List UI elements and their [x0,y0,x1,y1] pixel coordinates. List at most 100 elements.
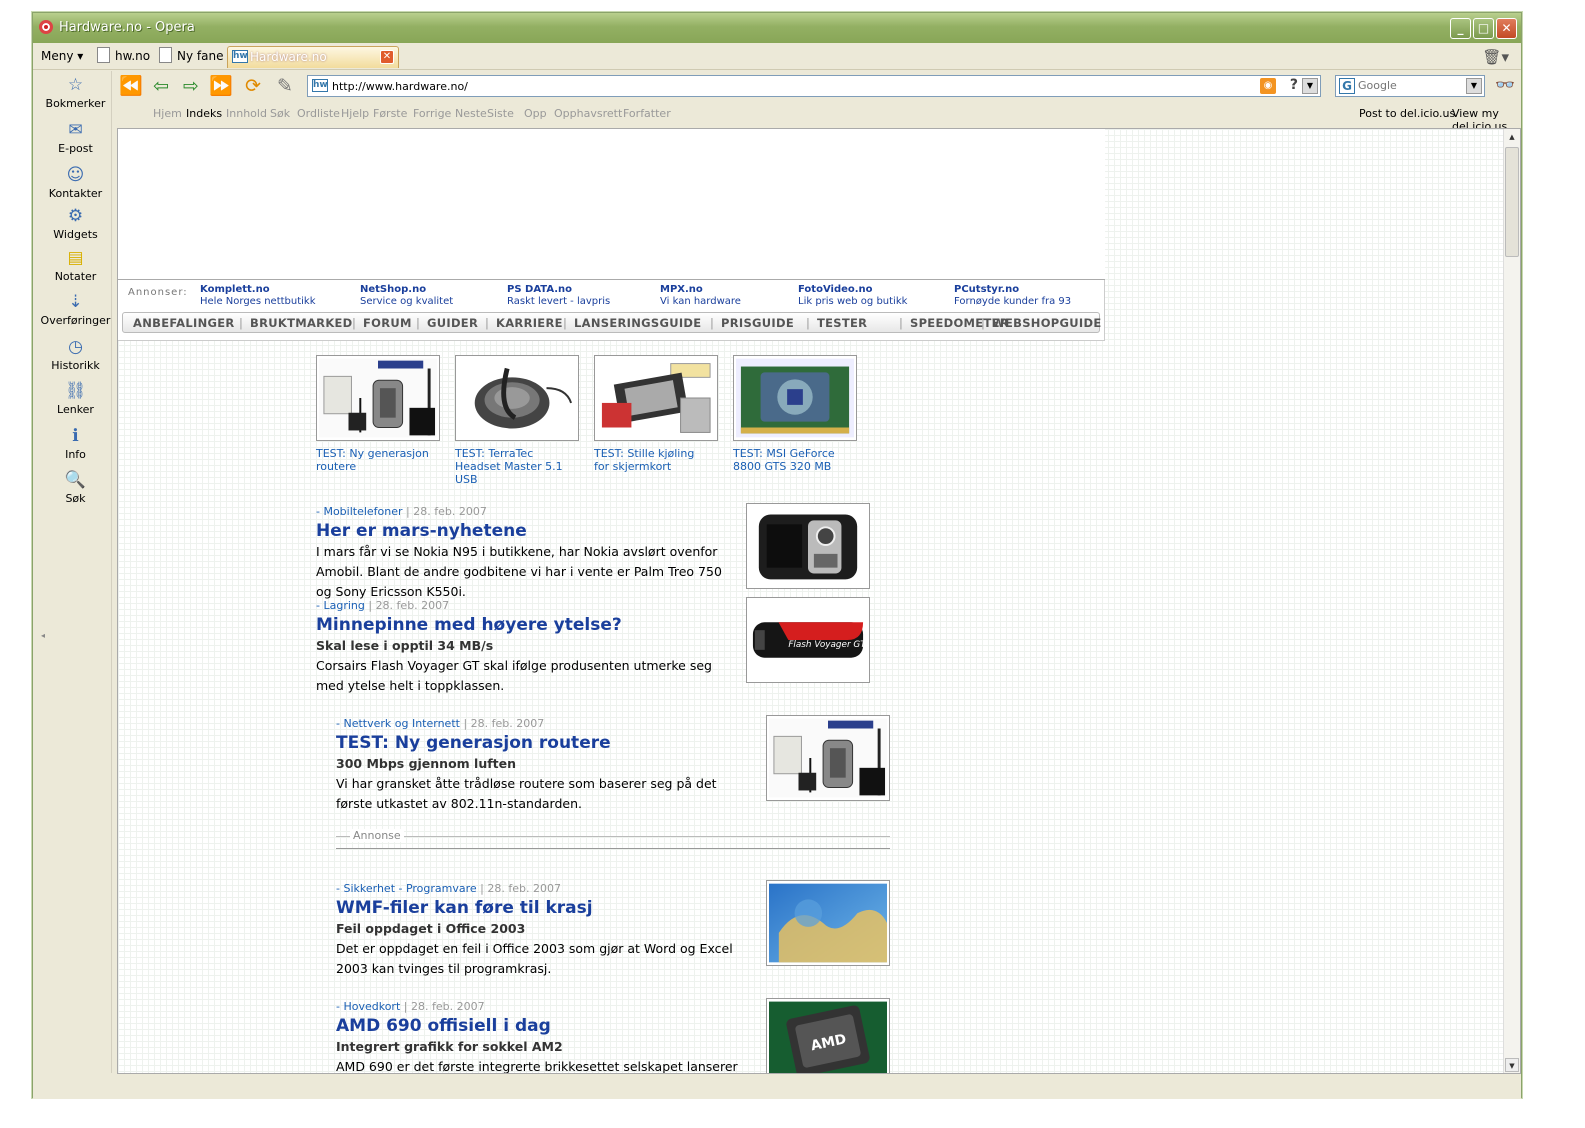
close-window-button[interactable]: ✕ [1496,18,1517,39]
minimize-button[interactable]: _ [1450,18,1471,39]
forward-icon[interactable]: ⇨ [179,74,203,98]
featured-thumbnail[interactable] [455,355,579,441]
collapse-panel-icon[interactable]: ◂ [41,631,45,640]
featured-caption[interactable]: TEST: Stille kjøling for skjermkort [594,447,724,473]
article-image[interactable] [766,715,890,801]
address-bar[interactable]: hw ◉ ? ▼ [307,75,1321,97]
history-icon: ◷ [68,337,83,357]
ad-link[interactable]: NetShop.no Service og kvalitet [360,284,453,308]
title-bar[interactable]: Hardware.no - Opera _ □ ✕ [33,13,1521,43]
search-box[interactable]: G ▼ [1335,75,1485,97]
ad-link[interactable]: FotoVideo.no Lik pris web og butikk [798,284,907,308]
article-title[interactable]: WMF-filer kan føre til krasj [336,897,756,919]
search-engine-dropdown-icon[interactable]: ▼ [1466,78,1482,94]
menu-item-guider[interactable]: GUIDER [427,316,478,330]
caption-line: 8800 GTS 320 MB [733,460,832,473]
menu-item-lanseringsguide[interactable]: LANSERINGSGUIDE [574,316,701,330]
address-input[interactable] [332,78,1252,94]
sidebar-item-lenker[interactable]: ⛓ Lenker [39,381,112,416]
featured-thumbnail[interactable] [594,355,718,441]
tab-hardware-no[interactable]: hw Hardware.no ✕ [227,46,399,68]
featured-thumbnail[interactable] [733,355,857,441]
article-title[interactable]: Minnepinne med høyere ytelse? [316,614,736,636]
sidebar-item-epost[interactable]: ✉ E-post [39,120,112,155]
navlink-5[interactable]: Hjelp [341,107,369,120]
back-icon[interactable]: ⇦ [149,74,173,98]
article-title[interactable]: AMD 690 offisiell i dag [336,1015,756,1037]
article-image[interactable]: Flash Voyager GT [746,597,870,683]
navlink-12[interactable]: Forfatter [623,107,671,120]
article-image[interactable] [766,880,890,966]
menu-item-forum[interactable]: FORUM [363,316,412,330]
featured-thumbnail[interactable] [316,355,440,441]
menu-item-prisguide[interactable]: PRISGUIDE [721,316,794,330]
featured-caption[interactable]: TEST: MSI GeForce 8800 GTS 320 MB [733,447,863,473]
article-category-link[interactable]: - Lagring [316,599,365,612]
article-category-link[interactable]: - Nettverk og Internett [336,717,460,730]
rewind-icon[interactable]: ⏪ [119,74,143,98]
menu-separator: | [981,316,986,330]
tab-bar: Meny ▾ hw.no Ny fane hw Hardware.no ✕ 🗑▾ [33,43,1521,70]
navlink-4[interactable]: Ordliste [297,107,340,120]
ad-link[interactable]: Komplett.no Hele Norges nettbutikk [200,284,316,308]
article-category-link[interactable]: - Sikkerhet - Programvare [336,882,477,895]
menu-item-anbefalinger[interactable]: ANBEFALINGER [133,316,235,330]
article-image[interactable] [746,503,870,589]
maximize-button[interactable]: □ [1473,18,1494,39]
sidebar-item-historikk[interactable]: ◷ Historikk [39,337,112,372]
article-title[interactable]: TEST: Ny generasjon routere [336,732,756,754]
ad-link[interactable]: PCutstyr.no Fornøyde kunder fra 93 [954,284,1071,308]
article-subtitle: Feil oppdaget i Office 2003 [336,921,526,936]
sidebar-item-bokmerker[interactable]: ☆ Bokmerker [39,75,112,110]
address-dropdown-icon[interactable]: ▼ [1302,78,1318,94]
featured-caption[interactable]: TEST: TerraTec Headset Master 5.1 USB [455,447,585,486]
vertical-scrollbar[interactable]: ▲ ▼ [1503,129,1520,1073]
scroll-down-icon[interactable]: ▼ [1505,1058,1519,1072]
navlink-1[interactable]: Indeks [186,107,222,120]
navlink-2[interactable]: Innhold [226,107,267,120]
navlink-11[interactable]: Opphavsrett [554,107,622,120]
post-to-delicious-link[interactable]: Post to del.icio.us [1359,107,1455,120]
zoom-glasses-icon[interactable]: 👓 [1495,75,1515,94]
navlink-6[interactable]: Første [373,107,407,120]
menu-item-webshopguide[interactable]: WEBSHOPGUIDE [992,316,1101,330]
tab-ny-fane[interactable]: Ny fane [155,46,229,68]
menu-item-karriere[interactable]: KARRIERE [496,316,563,330]
close-tab-icon[interactable]: ✕ [380,50,394,64]
scroll-thumb[interactable] [1505,147,1519,257]
menu-item-bruktmarked[interactable]: BRUKTMARKED [250,316,353,330]
fast-forward-icon[interactable]: ⏩ [209,74,233,98]
trash-icon[interactable]: 🗑▾ [1482,48,1509,66]
article-subtitle: 300 Mbps gjennom luften [336,756,517,771]
sidebar-item-overforinger[interactable]: ⇣ Overføringer [39,292,112,327]
sidebar-item-widgets[interactable]: ⚙ Widgets [39,206,112,241]
search-input[interactable] [1358,79,1458,92]
site-info-icon[interactable]: ? [1290,77,1298,93]
rss-feed-icon[interactable]: ◉ [1260,78,1276,94]
main-menu-button[interactable]: Meny ▾ [41,49,83,63]
navlink-10[interactable]: Opp [524,107,547,120]
edit-icon[interactable]: ✎ [273,74,297,98]
navlink-3[interactable]: Søk [270,107,290,120]
menu-item-tester[interactable]: TESTER [817,316,867,330]
navlink-9[interactable]: Siste [487,107,514,120]
scroll-up-icon[interactable]: ▲ [1505,130,1519,144]
google-icon: G [1339,78,1355,94]
article-category-link[interactable]: - Hovedkort [336,1000,400,1013]
navlink-8[interactable]: Neste [455,107,487,120]
ad-link[interactable]: PS DATA.no Raskt levert - lavpris [507,284,610,308]
article-image[interactable]: AMD [766,998,890,1073]
ad-link[interactable]: MPX.no Vi kan hardware [660,284,741,308]
article-category-link[interactable]: - Mobiltelefoner [316,505,403,518]
sidebar-item-sok[interactable]: 🔍 Søk [39,470,112,505]
navlink-0[interactable]: Hjem [153,107,182,120]
banner-area [118,129,1105,279]
sidebar-item-kontakter[interactable]: ☺ Kontakter [39,165,112,200]
featured-caption[interactable]: TEST: Ny generasjon routere [316,447,446,473]
reload-icon[interactable]: ⟳ [241,74,265,98]
sidebar-item-notater[interactable]: ▤ Notater [39,248,112,283]
article-title[interactable]: Her er mars-nyhetene [316,520,736,542]
navlink-7[interactable]: Forrige [413,107,451,120]
sidebar-item-info[interactable]: ℹ Info [39,426,112,461]
tab-hw-no[interactable]: hw.no [93,46,156,68]
